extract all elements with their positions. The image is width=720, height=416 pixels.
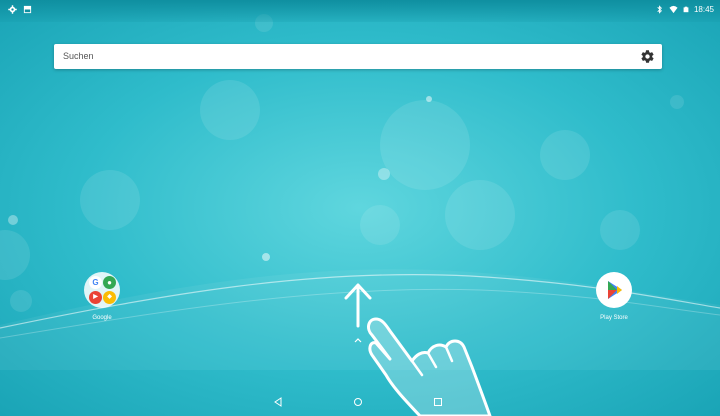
maps-icon: ◆ bbox=[103, 291, 116, 304]
home-circle-icon[interactable] bbox=[352, 396, 364, 408]
app-label: Play Store bbox=[600, 315, 628, 321]
status-time: 18:45 bbox=[693, 5, 714, 14]
google-folder-icon[interactable]: G ● ▶ ◆ bbox=[84, 272, 120, 308]
bluetooth-icon bbox=[657, 5, 662, 14]
wifi-icon bbox=[669, 5, 678, 14]
app-play-store[interactable]: Play Store bbox=[584, 272, 644, 321]
google-icon: G bbox=[89, 276, 102, 289]
photo-icon bbox=[23, 5, 32, 14]
search-input[interactable]: Suchen bbox=[63, 51, 94, 61]
app-google-folder[interactable]: G ● ▶ ◆ Google bbox=[72, 272, 132, 321]
recents-square-icon[interactable] bbox=[432, 396, 444, 408]
settings-icon bbox=[8, 5, 17, 14]
navigation-bar bbox=[0, 388, 720, 416]
back-triangle-icon[interactable] bbox=[272, 396, 284, 408]
chrome-icon: ● bbox=[103, 276, 116, 289]
youtube-icon: ▶ bbox=[89, 291, 102, 304]
settings-gear-icon[interactable] bbox=[640, 49, 655, 64]
status-bar-system: 18:45 bbox=[655, 5, 714, 14]
battery-icon bbox=[683, 6, 689, 13]
play-triangle-icon bbox=[608, 281, 622, 299]
app-label: Google bbox=[92, 315, 112, 321]
search-bar[interactable]: Suchen bbox=[54, 44, 662, 69]
status-bar: 18:45 bbox=[0, 0, 720, 22]
play-store-icon[interactable] bbox=[596, 272, 632, 308]
status-bar-notifications bbox=[8, 5, 32, 14]
